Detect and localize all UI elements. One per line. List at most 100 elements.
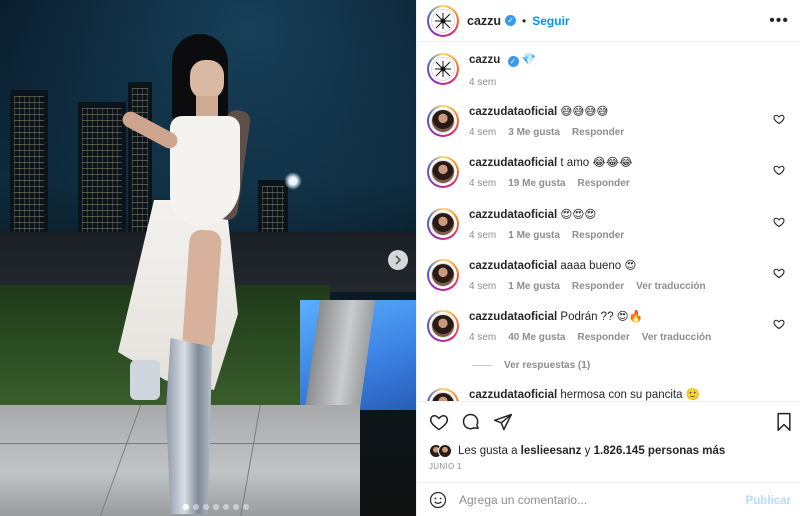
author-avatar[interactable] (427, 53, 459, 85)
building (78, 102, 126, 242)
verified-icon: ✓ (505, 15, 517, 26)
building (128, 82, 152, 242)
replies-line (472, 365, 492, 366)
comment-input[interactable] (459, 493, 729, 507)
reply-button[interactable]: Responder (577, 176, 629, 191)
likes-connector: y (584, 445, 591, 457)
comment-heart-icon[interactable] (773, 318, 785, 330)
view-replies-button[interactable]: Ver respuestas (1) (472, 360, 590, 371)
comment-time: 4 sem (469, 178, 497, 189)
comment-time: 4 sem (469, 281, 497, 292)
comment-username[interactable]: cazzudataoficial (469, 209, 557, 221)
building (10, 90, 48, 240)
follow-button[interactable]: Seguir (532, 14, 569, 28)
street-light (284, 172, 302, 190)
reply-button[interactable]: Responder (577, 330, 629, 345)
carousel-dot (243, 504, 249, 510)
post-date: JUNIO 1 (429, 462, 462, 471)
comment-username[interactable]: cazzudataoficial (469, 157, 557, 169)
commenter-avatar[interactable] (427, 259, 459, 291)
chevron-right-icon (395, 255, 402, 265)
comment-heart-icon[interactable] (773, 267, 785, 279)
spider-logo-icon (435, 12, 451, 29)
comment-row: cazzudataoficial 😅😅😅😅 4 sem 3 Me gusta Resp… (427, 105, 791, 140)
carousel-dots (183, 504, 249, 510)
comments-list[interactable]: cazzu ✓ 💎 4 sem cazzudataoficial 😅😅😅😅 4 s… (417, 43, 800, 401)
commenter-avatar[interactable] (427, 388, 459, 401)
carousel-dot (233, 504, 239, 510)
likes-prefix: Les gusta a (458, 445, 518, 457)
comment-likes[interactable]: 1 Me gusta (508, 228, 560, 243)
commenter-avatar[interactable] (427, 208, 459, 240)
comment-heart-icon[interactable] (773, 216, 785, 228)
likes-summary: Les gusta a leslieesanz y 1.826.145 pers… (429, 444, 725, 458)
comment-username[interactable]: cazzudataoficial (469, 106, 557, 118)
comment-text: 😍😍😍 (560, 209, 597, 221)
comment-time: 4 sem (469, 127, 497, 138)
commenter-avatar[interactable] (427, 105, 459, 137)
carousel-dot (213, 504, 219, 510)
reply-button[interactable]: Responder (572, 228, 624, 243)
building (258, 180, 288, 240)
comment-row: cazzudataoficial Podrán ?? 😍🔥 4 sem 40 Me … (427, 310, 791, 345)
emoji-icon[interactable] (429, 491, 447, 509)
likes-count[interactable]: 1.826.145 personas más (594, 445, 726, 457)
comment-likes[interactable]: 40 Me gusta (508, 330, 565, 345)
comment-username[interactable]: cazzudataoficial (469, 389, 557, 401)
comment-text: 😅😅😅😅 (560, 106, 609, 118)
translate-button[interactable]: Ver traducción (636, 279, 705, 294)
more-options-icon[interactable]: ••• (769, 12, 789, 30)
post-photo[interactable] (0, 0, 416, 516)
carousel-dot (223, 504, 229, 510)
commenter-avatar[interactable] (427, 310, 459, 342)
comment-likes[interactable]: 19 Me gusta (508, 176, 565, 191)
dress-top (170, 116, 240, 226)
comment-text: aaaa bueno 😍 (560, 260, 637, 272)
carousel-dot (183, 504, 189, 510)
comment-likes[interactable]: 3 Me gusta (508, 125, 560, 140)
comment-row: cazzudataoficial aaaa bueno 😍 4 sem 1 Me g… (427, 259, 791, 294)
comment-row: cazzudataoficial 😍😍😍 4 sem 1 Me gusta Respo… (427, 208, 791, 243)
comment-username[interactable]: cazzudataoficial (469, 311, 557, 323)
carousel-dot (203, 504, 209, 510)
boot (130, 360, 160, 400)
carousel-next-button[interactable] (388, 250, 408, 270)
author-username[interactable]: cazzu (467, 14, 501, 28)
view-replies-label: Ver respuestas (1) (504, 360, 591, 371)
comment-text: Podrán ?? 😍🔥 (560, 311, 643, 323)
share-icon[interactable] (493, 412, 513, 432)
caption-text: 💎 (521, 54, 537, 66)
liker-username[interactable]: leslieesanz (521, 445, 582, 457)
caption-time: 4 sem (469, 77, 497, 88)
carousel-dot (193, 504, 199, 510)
caption: cazzu ✓ 💎 4 sem (427, 53, 791, 90)
comment-time: 4 sem (469, 332, 497, 343)
verified-icon: ✓ (507, 56, 519, 67)
commenter-avatar[interactable] (427, 156, 459, 188)
comment-heart-icon[interactable] (773, 164, 785, 176)
reply-button[interactable]: Responder (572, 125, 624, 140)
comment-username[interactable]: cazzudataoficial (469, 260, 557, 272)
comment-row: cazzudataoficial t amo 😂😂😂 4 sem 19 Me gus… (427, 156, 791, 191)
glitter-boot (166, 338, 212, 514)
bookmark-icon[interactable] (775, 412, 793, 432)
comment-likes[interactable]: 1 Me gusta (508, 279, 560, 294)
post-actions: Les gusta a leslieesanz y 1.826.145 pers… (417, 401, 800, 516)
comment-text: t amo 😂😂😂 (560, 157, 633, 169)
caption-username[interactable]: cazzu (469, 54, 500, 66)
reply-button[interactable]: Responder (572, 279, 624, 294)
comment-composer: Publicar (417, 482, 800, 516)
comment-time: 4 sem (469, 230, 497, 241)
publish-button[interactable]: Publicar (746, 495, 791, 507)
comment-heart-icon[interactable] (773, 113, 785, 125)
post-side-panel: cazzu ✓ • Seguir ••• cazzu ✓ 💎 4 sem caz… (416, 0, 800, 516)
comment-icon[interactable] (461, 412, 481, 432)
post-header: cazzu ✓ • Seguir ••• (417, 0, 800, 42)
comment-text: hermosa con su pancita 🙂 (560, 389, 701, 401)
author-avatar[interactable] (427, 4, 459, 37)
face (190, 60, 224, 100)
comment-row: cazzudataoficial hermosa con su pancita … (427, 388, 791, 401)
translate-button[interactable]: Ver traducción (642, 330, 711, 345)
heart-icon[interactable] (429, 412, 449, 432)
neck (196, 96, 218, 116)
